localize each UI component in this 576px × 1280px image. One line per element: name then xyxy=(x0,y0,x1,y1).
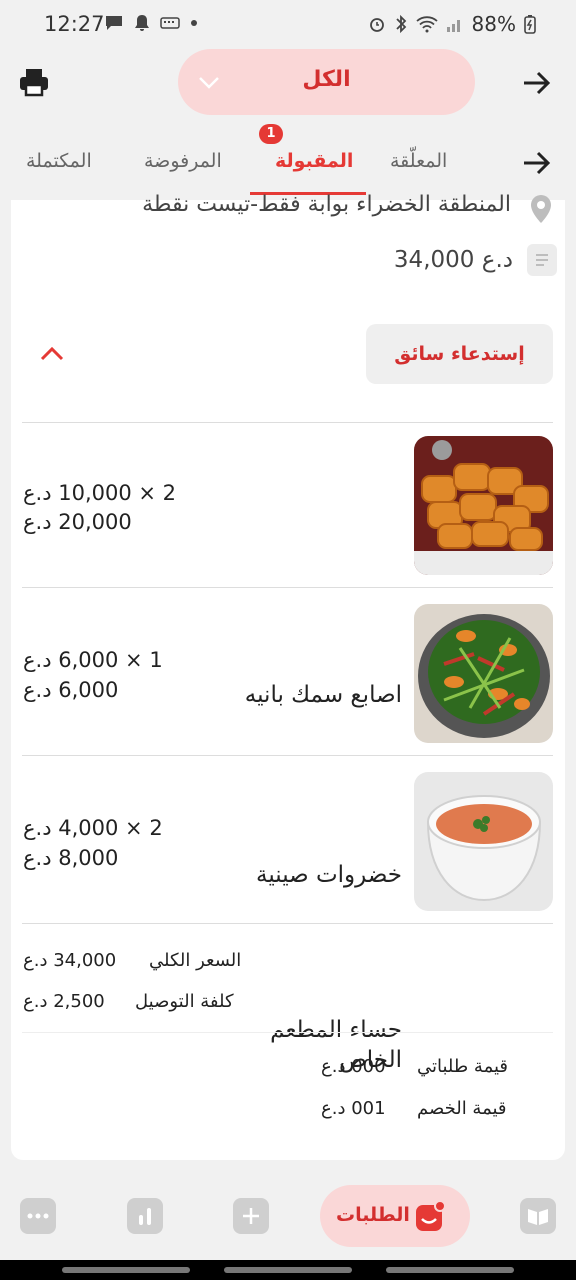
orders-nav-label: الطلبات xyxy=(336,1204,410,1226)
item-subtotal: 6,000 د.ع xyxy=(23,678,119,702)
item-image-vegetables xyxy=(414,604,553,743)
nav-gesture-bar xyxy=(386,1267,514,1273)
divider xyxy=(22,923,553,924)
signal-icon xyxy=(446,20,460,32)
delivery-address: المنطقة الخضراء بوابة فقط-تيست نقطة xyxy=(142,192,511,217)
dot-icon xyxy=(191,20,197,26)
status-time: 12:27 xyxy=(44,12,105,36)
filter-label: الكل xyxy=(302,67,351,92)
discount-value: 001 د.ع xyxy=(321,1098,386,1119)
nav-gesture-bar xyxy=(62,1267,190,1273)
keyboard-icon xyxy=(160,17,180,29)
battery-icon xyxy=(524,15,536,34)
total-price-value: 34,000 د.ع xyxy=(23,950,117,971)
system-nav-bar xyxy=(0,1260,576,1280)
tab-pending[interactable]: المعلّقة xyxy=(390,150,447,172)
my-orders-value: 000 د.ع xyxy=(321,1056,386,1077)
call-driver-button[interactable]: إستدعاء سائق xyxy=(366,324,553,384)
forward-arrow-icon[interactable] xyxy=(520,68,554,98)
top-bar: الكل المكتملة المرفوضة المقبولة 1 المعلّ… xyxy=(0,44,576,200)
nav-gesture-bar xyxy=(224,1267,352,1273)
delivery-cost-value: 2,500 د.ع xyxy=(23,991,105,1012)
item-name: اصابع سمك بانيه xyxy=(244,682,402,708)
status-notification-icons xyxy=(104,14,198,32)
wifi-icon xyxy=(415,16,438,33)
order-total: 34,000 د.ع xyxy=(393,247,513,273)
stats-icon[interactable] xyxy=(127,1198,163,1234)
divider xyxy=(22,422,553,423)
status-bar: 12:27 88% xyxy=(0,0,576,44)
chevron-up-icon[interactable] xyxy=(37,342,67,366)
status-tabs: المكتملة المرفوضة المقبولة 1 المعلّقة xyxy=(0,124,576,200)
divider xyxy=(22,1032,553,1033)
discount-label: قيمة الخصم xyxy=(417,1098,507,1119)
divider xyxy=(22,755,553,756)
battery-percent: 88% xyxy=(471,12,516,36)
delivery-cost-label: كلفة التوصيل xyxy=(135,991,234,1012)
bell-icon xyxy=(135,15,149,31)
tab-completed[interactable]: المكتملة xyxy=(26,150,92,172)
item-subtotal: 20,000 د.ع xyxy=(23,510,132,534)
item-qty-price: 1 × 6,000 د.ع xyxy=(23,648,163,672)
tab-badge: 1 xyxy=(259,124,283,144)
receipt-icon xyxy=(527,244,557,276)
item-image-fish-fingers xyxy=(414,436,553,575)
orders-nav-button[interactable]: الطلبات xyxy=(320,1185,470,1247)
my-orders-value-label: قيمة طلباتي xyxy=(417,1056,509,1077)
divider xyxy=(22,587,553,588)
bluetooth-icon xyxy=(395,14,406,34)
total-price-label: السعر الكلي xyxy=(149,950,242,971)
location-pin-icon xyxy=(531,195,551,223)
tab-accepted[interactable]: المقبولة xyxy=(275,150,353,172)
print-icon[interactable] xyxy=(18,66,50,98)
tab-rejected[interactable]: المرفوضة xyxy=(144,150,222,172)
orders-icon xyxy=(416,1200,446,1231)
item-image-soup xyxy=(414,772,553,911)
order-card: المنطقة الخضراء بوابة فقط-تيست نقطة 34,0… xyxy=(11,192,565,1160)
alarm-icon xyxy=(369,18,384,32)
item-subtotal: 8,000 د.ع xyxy=(23,846,119,870)
status-system-icons: 88% xyxy=(368,12,536,36)
item-qty-price: 2 × 4,000 د.ع xyxy=(23,816,163,840)
menu-book-icon[interactable] xyxy=(520,1198,556,1234)
item-name: خضروات صينية xyxy=(256,862,402,888)
add-icon[interactable] xyxy=(233,1198,269,1234)
chat-icon xyxy=(106,16,122,30)
item-qty-price: 2 × 10,000 د.ع xyxy=(23,481,177,505)
tabs-arrow-icon[interactable] xyxy=(520,148,554,178)
filter-dropdown[interactable]: الكل xyxy=(178,49,475,115)
bottom-nav: الطلبات xyxy=(0,1160,576,1260)
more-icon[interactable] xyxy=(20,1198,56,1234)
